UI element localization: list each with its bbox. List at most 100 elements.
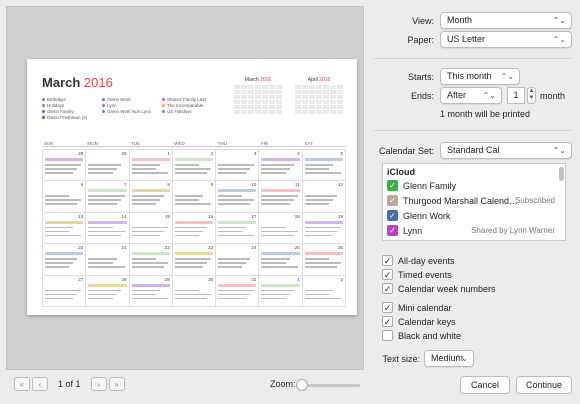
calendar-item[interactable]: ✓ Calendar: [383, 238, 565, 241]
page-indicator: 1 of 1: [58, 379, 81, 389]
chevron-updown-icon: ⌃⌄: [552, 35, 566, 44]
last-page-button[interactable]: »: [108, 377, 125, 391]
event-line: [304, 226, 341, 229]
checkmark-icon[interactable]: ✓: [382, 255, 393, 266]
mini-day: [302, 95, 308, 99]
option-checkbox[interactable]: ✓ All-day events: [382, 255, 455, 266]
mini-day: [255, 95, 261, 99]
event-line: [261, 297, 286, 300]
chevron-updown-icon: ⌃⌄: [500, 72, 514, 81]
mini-day: [248, 110, 254, 114]
cancel-button[interactable]: Cancel: [460, 376, 510, 394]
checkmark-icon[interactable]: ✓: [387, 240, 398, 241]
checkmark-icon[interactable]: ✓: [382, 316, 393, 327]
preview-month-title: March 2016: [42, 75, 113, 90]
checkmark-icon[interactable]: ✓: [382, 269, 393, 280]
event-bar: [88, 283, 127, 287]
legend-color-dot: [162, 98, 165, 102]
event-line: [45, 266, 70, 268]
legend-label: Glenn Family: [47, 109, 74, 114]
calendar-item[interactable]: ✓ Glenn Family: [383, 178, 565, 193]
day-number: 11: [295, 182, 300, 188]
mini-day: [241, 105, 247, 109]
preview-month-name: March: [42, 75, 81, 90]
calendar-list-scrollbar[interactable]: [559, 167, 564, 181]
mini-day: [295, 100, 301, 104]
calendar-item[interactable]: ✓ Thurgood Marshall Calend… Subscribed: [383, 193, 565, 208]
calendar-item[interactable]: ✓ Lynn Shared by Lynn Warner: [383, 223, 565, 238]
event-line: [131, 164, 160, 166]
day-number: 29: [164, 276, 170, 282]
event-line: [304, 230, 337, 233]
paper-popup[interactable]: US Letter ⌃⌄: [440, 31, 572, 48]
day-cell: 23: [172, 244, 217, 276]
next-page-button[interactable]: ›: [90, 377, 107, 391]
view-popup[interactable]: Month ⌃⌄: [440, 12, 572, 29]
event-line: [131, 203, 156, 205]
checkmark-icon[interactable]: ✓: [387, 225, 398, 236]
event-line: [174, 226, 208, 229]
event-line: [174, 203, 212, 205]
event-bar: [218, 283, 257, 287]
text-size-popup[interactable]: Medium ⌃⌄: [424, 350, 474, 367]
event-line: [88, 293, 117, 296]
checkmark-icon[interactable]: ✓: [387, 180, 398, 191]
checkmark-icon[interactable]: [382, 330, 393, 341]
zoom-slider[interactable]: [300, 384, 360, 387]
starts-popup[interactable]: This month ⌃⌄: [440, 68, 520, 85]
event-line: [88, 195, 125, 197]
day-number: 16: [208, 213, 214, 219]
checkmark-icon[interactable]: ✓: [387, 195, 398, 206]
mini-day: [248, 100, 254, 104]
legend-item: Glenn Family: [42, 109, 74, 114]
continue-button[interactable]: Continue: [516, 376, 572, 394]
mini-day: [302, 105, 308, 109]
event-line: [218, 199, 255, 201]
event-line: [261, 203, 290, 205]
mini-calendar-march: March 2016: [234, 77, 282, 114]
day-number: 13: [78, 213, 84, 219]
day-cell: 30: [172, 275, 217, 307]
event-bar: [304, 252, 343, 256]
event-line: [304, 289, 333, 292]
calendar-set-popup[interactable]: Standard Cal ⌃⌄: [440, 142, 572, 159]
option-checkbox[interactable]: ✓ Calendar week numbers: [382, 283, 496, 294]
paper-label: Paper:: [407, 35, 434, 45]
separator: [374, 130, 572, 131]
zoom-slider-knob[interactable]: [296, 379, 308, 391]
event-line: [304, 172, 341, 174]
option-checkbox[interactable]: ✓ Mini calendar: [382, 302, 452, 313]
event-line: [45, 164, 82, 166]
mini-day: [330, 95, 336, 99]
option-checkbox[interactable]: ✓ Timed events: [382, 269, 452, 280]
mini-day: [323, 110, 329, 114]
checkmark-icon[interactable]: ✓: [382, 302, 393, 313]
day-cell: 8: [129, 181, 173, 213]
day-cell: 10: [216, 181, 260, 213]
ends-popup[interactable]: After ⌃⌄: [440, 87, 502, 104]
mini-day: [323, 90, 329, 94]
event-line: [45, 226, 74, 229]
mini-day: [323, 105, 329, 109]
day-number: 29: [121, 151, 127, 156]
calendar-item[interactable]: ✓ Glenn Work: [383, 208, 565, 223]
checkmark-icon[interactable]: ✓: [387, 210, 398, 221]
event-line: [88, 289, 121, 292]
event-line: [304, 195, 337, 197]
first-page-button[interactable]: «: [14, 377, 30, 391]
ends-count-stepper[interactable]: ▲ ▼: [527, 87, 536, 104]
ends-count-field[interactable]: 1: [507, 87, 525, 104]
month-grid: 28 29 1 2 3 4 5 6 7 8 9 10 11 12 13 14 15 16 17 18 19 20 21 22 2…: [42, 149, 346, 307]
mini-day: [309, 100, 315, 104]
previous-page-button[interactable]: ‹: [32, 377, 48, 391]
weekday-label: TUE: [130, 141, 140, 146]
day-cell: 2: [172, 150, 217, 182]
pagination: « ‹ 1 of 1 › »: [14, 377, 125, 391]
option-checkbox[interactable]: ✓ Calendar keys: [382, 316, 456, 327]
calendar-set-label: Calendar Set:: [378, 146, 434, 156]
event-line: [304, 203, 329, 205]
event-line: [88, 199, 121, 201]
option-checkbox[interactable]: Black and white: [382, 330, 461, 341]
checkmark-icon[interactable]: ✓: [382, 283, 393, 294]
day-number: 1: [167, 151, 170, 156]
